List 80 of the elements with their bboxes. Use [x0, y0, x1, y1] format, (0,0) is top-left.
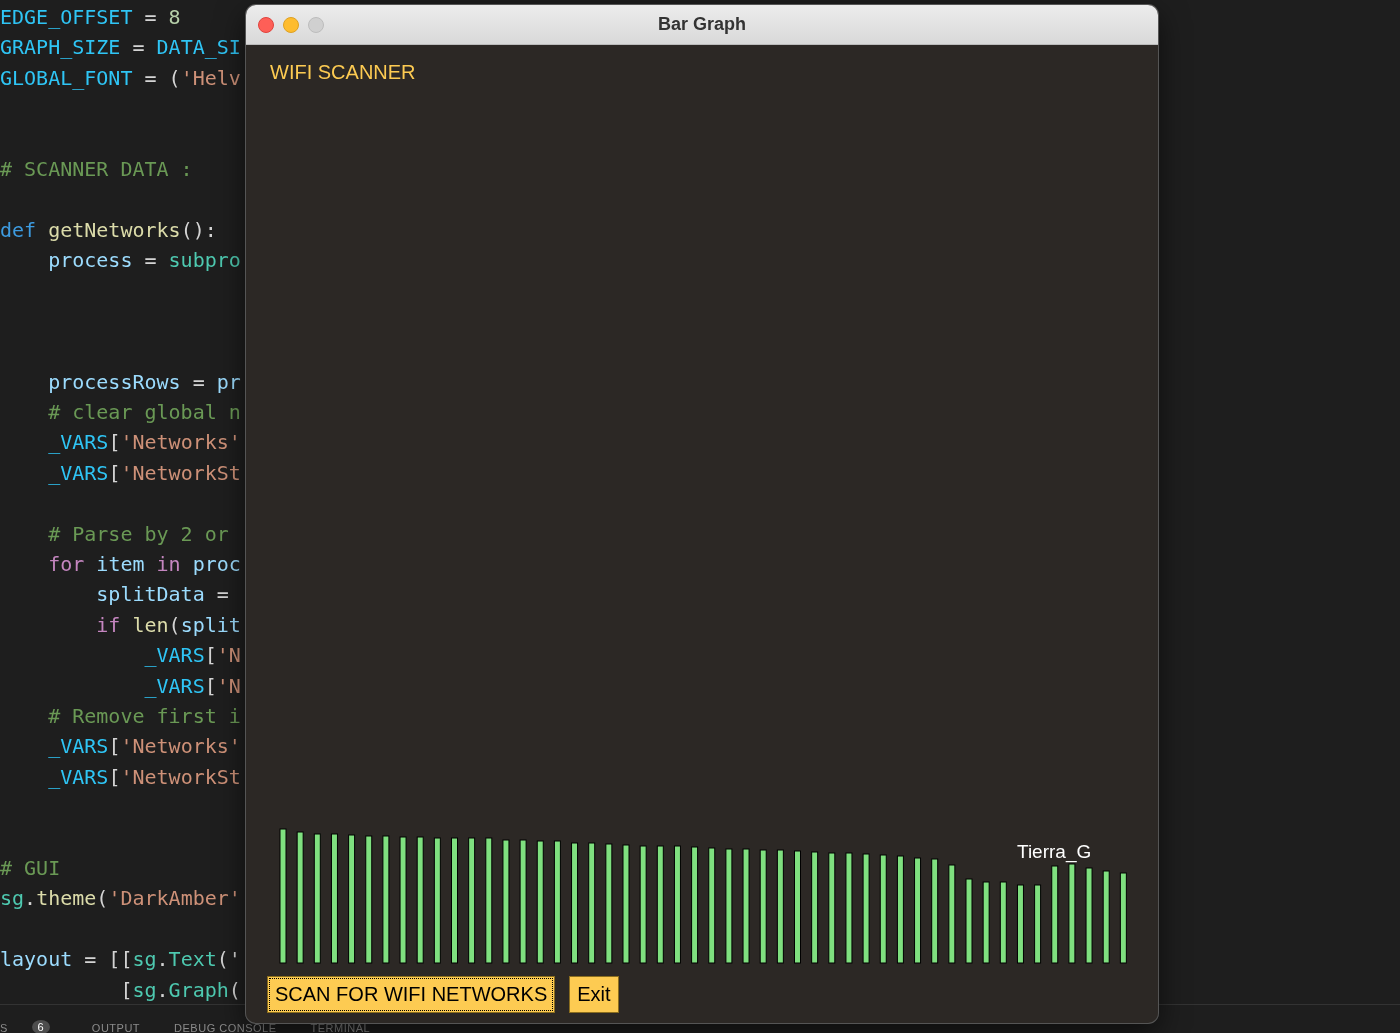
code-token: ():	[180, 216, 217, 244]
code-token: = (	[143, 64, 181, 92]
code-token: # Parse by 2 or	[47, 520, 229, 548]
zoom-button[interactable]	[308, 16, 324, 33]
code-token: splitData	[95, 581, 205, 609]
code-token: EDGE_OFFSET	[0, 4, 133, 31]
code-token: _VARS	[143, 642, 205, 670]
scan-button[interactable]: SCAN FOR WIFI NETWORKS	[267, 976, 556, 1013]
code-token: processRows	[47, 368, 181, 396]
code-token: (	[168, 611, 181, 639]
code-token: if	[95, 611, 121, 639]
code-token: 'NetworkSt	[120, 459, 241, 487]
code-token: 'N	[216, 642, 241, 670]
code-token: 'N	[216, 672, 241, 700]
code-token: _VARS	[47, 429, 109, 457]
code-token: _VARS	[143, 672, 205, 700]
code-token: sg	[132, 976, 157, 1004]
network-label: Tierra_G	[1017, 841, 1092, 863]
code-token: # clear global n	[47, 399, 241, 427]
code-token: =	[191, 368, 206, 396]
code-token: process	[47, 247, 133, 275]
code-token: 'Helv	[180, 64, 241, 92]
code-token: [	[204, 672, 217, 700]
code-token: =	[215, 581, 229, 609]
code-token: 'NetworkSt	[120, 763, 241, 791]
code-token: # GUI	[0, 854, 61, 882]
code-token: [	[108, 733, 121, 761]
code-token: 8	[168, 4, 181, 31]
code-token: Graph	[168, 976, 229, 1004]
code-token: [	[108, 763, 121, 791]
panel-tab[interactable]: TERMINAL	[310, 1023, 371, 1033]
code-token: _VARS	[47, 459, 109, 487]
code-token: =	[143, 4, 158, 31]
count-badge: 6	[31, 1020, 50, 1033]
code-token: Text	[168, 946, 217, 974]
panel-tab[interactable]: DEBUG CONSOLE	[174, 1023, 277, 1033]
code-token: DATA_SI	[156, 34, 241, 62]
minimize-button[interactable]	[283, 16, 299, 33]
panel-tab[interactable]: OUTPUT	[91, 1023, 141, 1033]
panel-tab[interactable]: S	[0, 1023, 8, 1033]
code-token: GRAPH_SIZE	[0, 34, 121, 62]
close-button[interactable]	[258, 16, 274, 33]
code-token: .	[156, 946, 169, 974]
code-token: proc	[191, 551, 241, 579]
code-token: def	[0, 216, 37, 244]
code-token: getNetworks	[47, 216, 181, 244]
code-token: theme	[36, 885, 97, 913]
code-token: item	[95, 551, 146, 579]
code-token: [	[108, 429, 121, 457]
code-token: len	[131, 611, 169, 639]
code-token: (	[228, 976, 241, 1004]
code-token: # Remove first i	[47, 703, 241, 730]
code-token: sg	[0, 885, 25, 913]
code-token: 'Networks'	[120, 429, 241, 457]
code-token: [	[204, 642, 217, 670]
code-token: # SCANNER DATA :	[0, 155, 193, 183]
code-token: 'DarkAmber'	[108, 885, 241, 913]
code-token: layout	[0, 946, 73, 974]
app-heading: WIFI SCANNER	[270, 61, 416, 84]
code-token: (	[96, 885, 109, 913]
code-token: [	[119, 976, 133, 1004]
code-token: .	[156, 976, 169, 1004]
code-token: _VARS	[47, 763, 109, 791]
code-token: =	[143, 247, 158, 275]
code-token: =	[131, 34, 146, 62]
code-token: .	[24, 885, 37, 913]
code-token: in	[156, 551, 181, 579]
exit-button[interactable]: Exit	[569, 976, 619, 1013]
code-token: 'Networks'	[120, 733, 241, 761]
code-token: ('	[216, 946, 241, 974]
code-token: [	[108, 459, 121, 487]
code-token: = [[	[83, 946, 133, 974]
code-token: split	[180, 611, 241, 639]
code-token: GLOBAL_FONT	[0, 64, 133, 92]
code-token: _VARS	[47, 733, 109, 761]
code-token: pr	[216, 368, 241, 396]
code-token: subpro	[168, 247, 241, 275]
code-token: for	[47, 551, 85, 579]
code-token: sg	[132, 946, 157, 974]
window-title: Bar Graph	[658, 14, 746, 34]
